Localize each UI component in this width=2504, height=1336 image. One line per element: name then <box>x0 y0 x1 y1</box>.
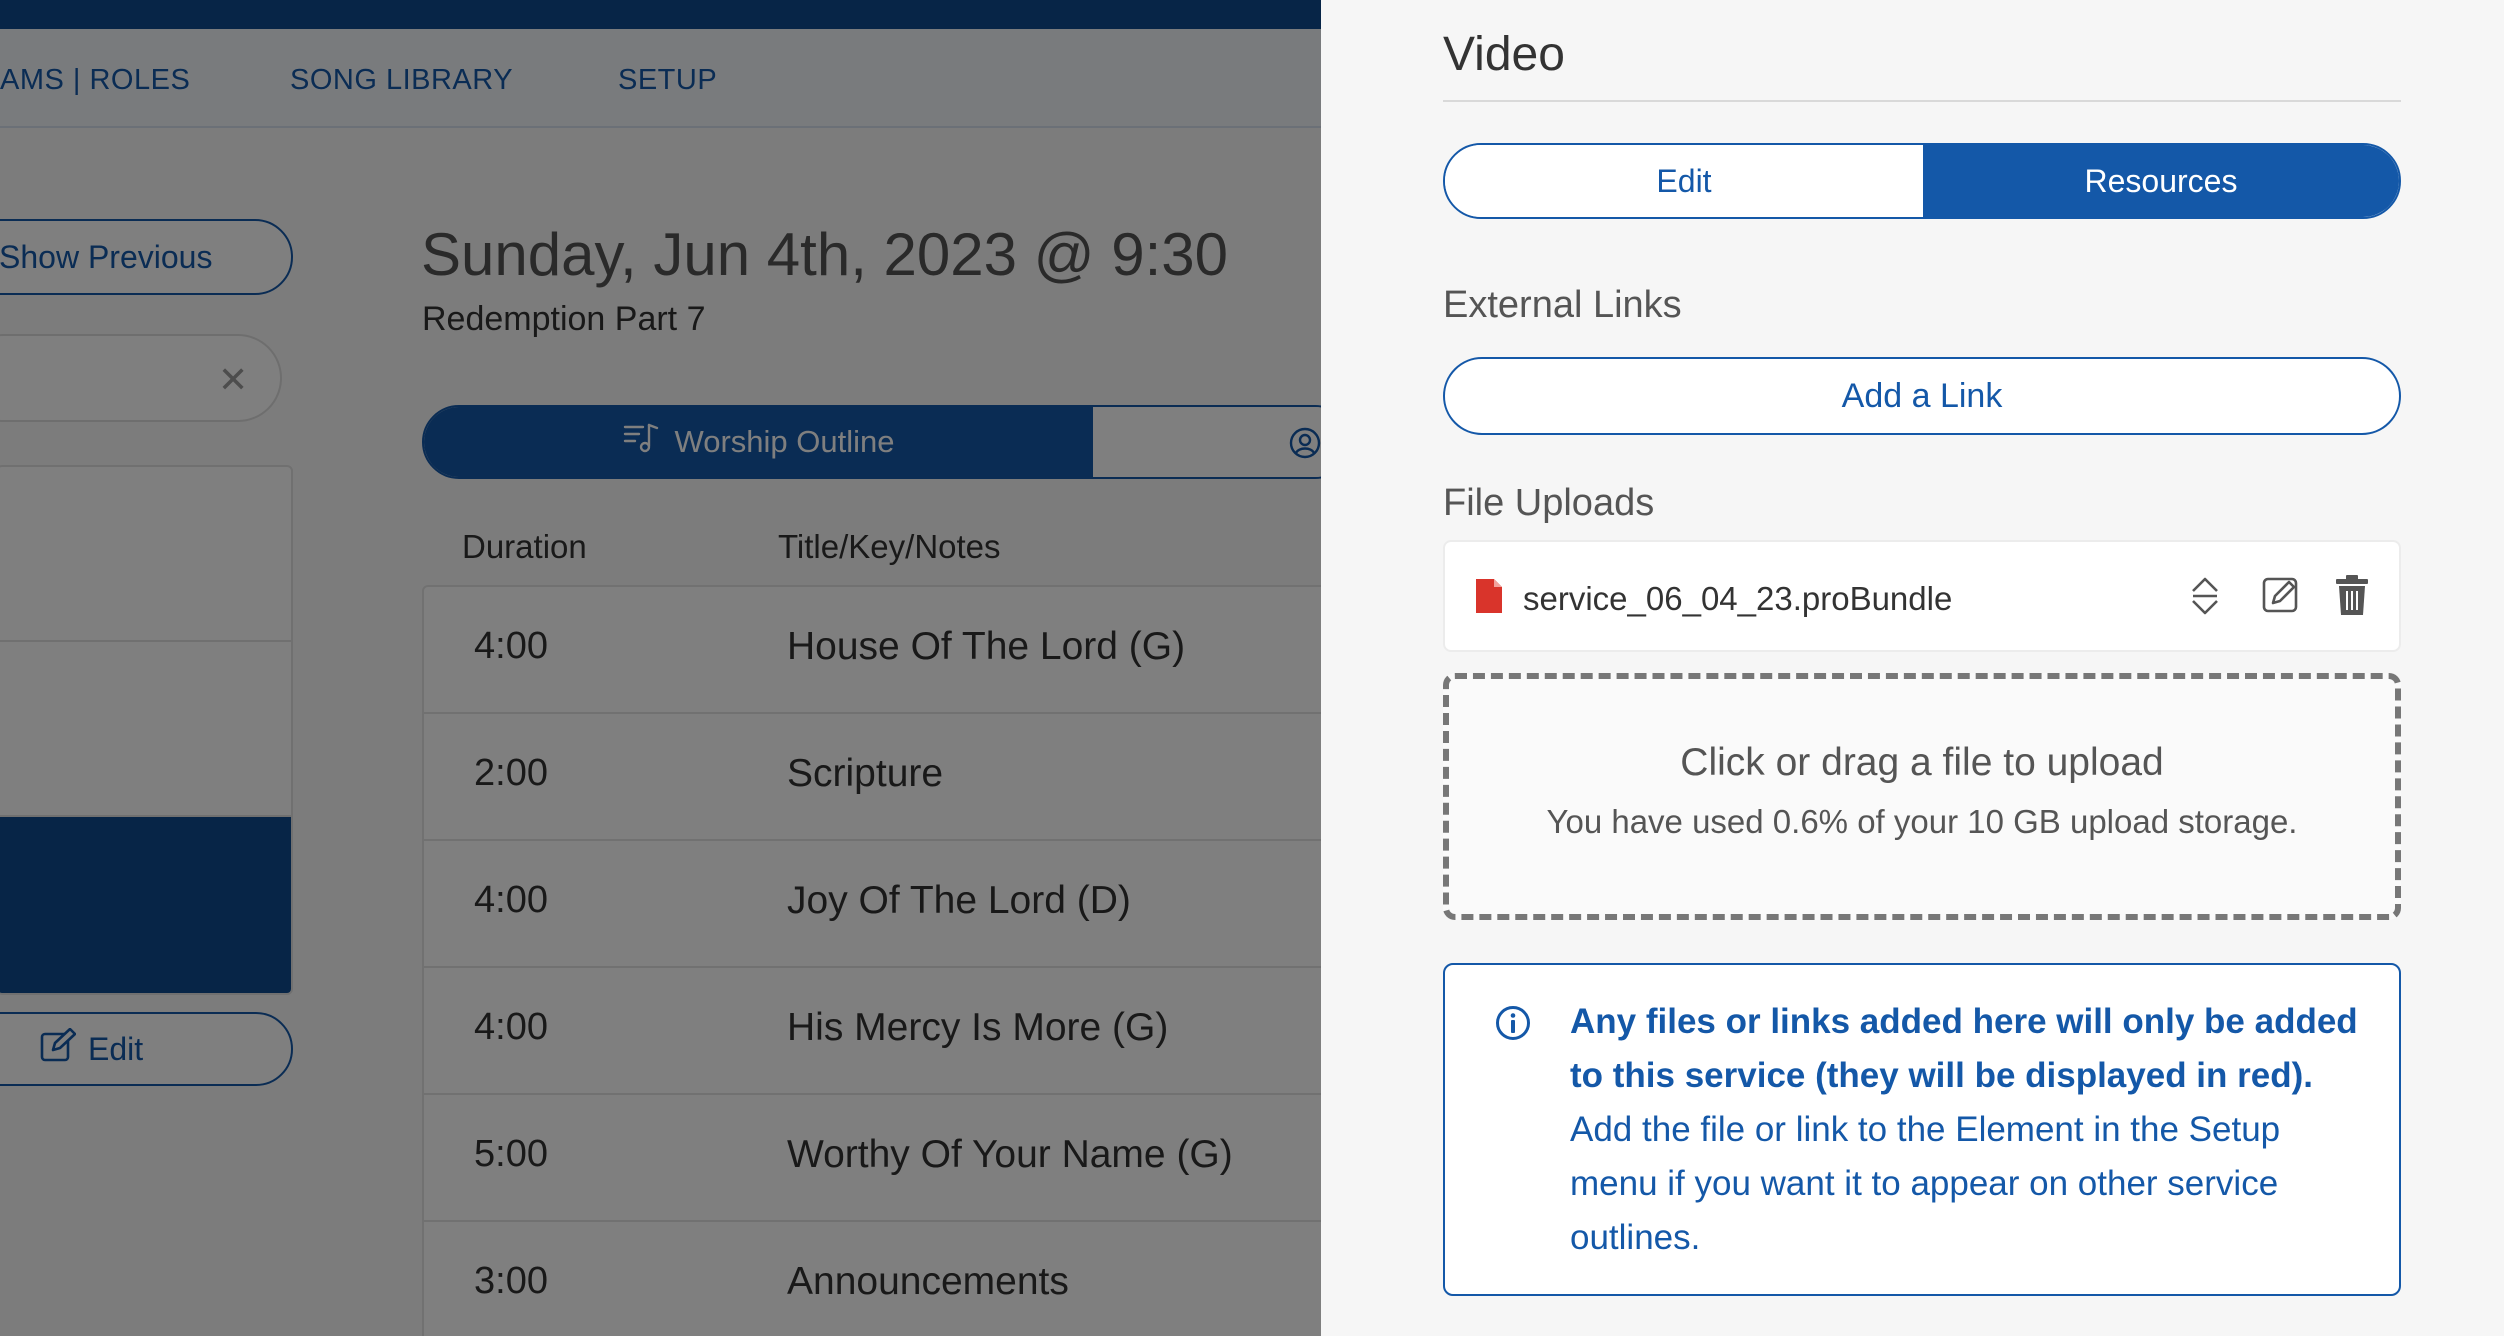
info-note-emphasis: Any files or links added here will only … <box>1570 1002 2358 1095</box>
modal-backdrop[interactable] <box>0 0 1321 1336</box>
reorder-icon[interactable] <box>2190 575 2220 622</box>
info-note: Any files or links added here will only … <box>1443 963 2401 1296</box>
external-links-heading: External Links <box>1443 284 1682 326</box>
uploaded-file-row[interactable]: service_06_04_23.proBundle <box>1443 540 2401 652</box>
add-link-button[interactable]: Add a Link <box>1443 357 2401 435</box>
storage-usage-text: You have used 0.6% of your 10 GB upload … <box>1546 803 2298 840</box>
element-detail-panel: Video Edit Resources External Links Add … <box>1321 0 2504 1336</box>
file-icon <box>1474 577 1504 620</box>
title-divider <box>1443 100 2401 102</box>
info-note-body: Add the file or link to the Element in t… <box>1570 1110 2281 1257</box>
panel-tabs: Edit Resources <box>1443 143 2401 219</box>
file-name[interactable]: service_06_04_23.proBundle <box>1523 580 1952 618</box>
rename-file-icon[interactable] <box>2262 575 2300 618</box>
file-uploads-heading: File Uploads <box>1443 482 1655 524</box>
info-note-text: Any files or links added here will only … <box>1570 995 2370 1265</box>
tab-resources[interactable]: Resources <box>1923 145 2399 217</box>
dropzone-prompt: Click or drag a file to upload <box>1680 741 2164 784</box>
info-icon <box>1495 1005 1531 1046</box>
trash-icon[interactable] <box>2335 575 2369 620</box>
panel-title: Video <box>1443 28 1565 81</box>
file-upload-dropzone[interactable]: Click or drag a file to upload You have … <box>1443 673 2401 920</box>
tab-edit[interactable]: Edit <box>1445 145 1923 217</box>
